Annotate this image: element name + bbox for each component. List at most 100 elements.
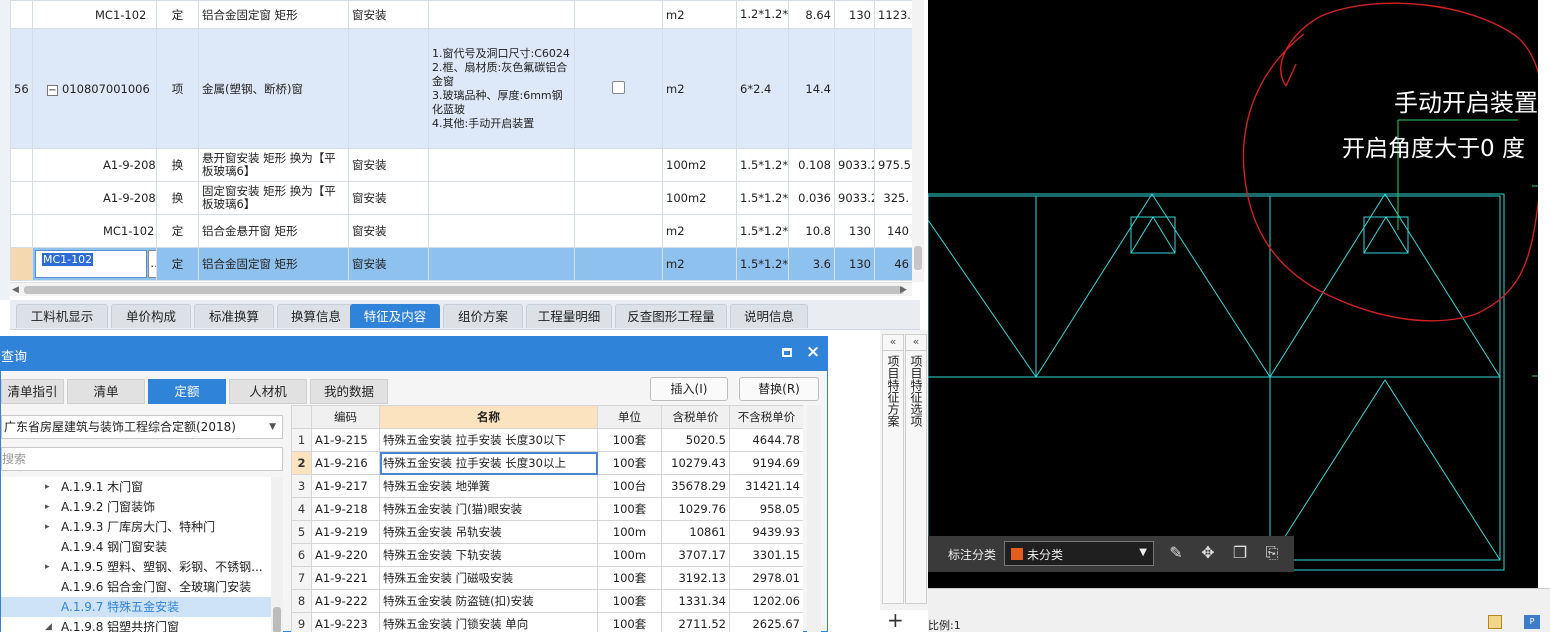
table-row[interactable]: 5 A1-9-219 特殊五金安装 吊轨安装 100m 10861 9439.93 [291,520,803,544]
tab-features[interactable]: 特征及内容 [350,304,440,328]
row-expr[interactable]: 1.2*1.2*6 [736,0,789,29]
bill-horizontal-scrollbar[interactable]: ◀ ▶ [10,282,912,296]
collapse-icon[interactable]: ◢ [45,617,52,632]
layer-icon[interactable] [1488,615,1502,629]
bill-row[interactable]: MC1-102 定 铝合金固定窗 矩形 窗安装 m2 1.2*1.2*6 8.6… [10,0,912,29]
col-notax-price-header[interactable]: 不含税单价 [729,405,803,429]
row-name[interactable]: 铝合金固定窗 矩形 [198,0,349,29]
row-checkbox[interactable] [612,80,625,94]
expand-icon[interactable]: ▸ [45,477,50,497]
bill-row[interactable]: A1-9-208 换 悬开窗安装 矩形 换为【平板玻璃6】 窗安装 100m2 … [10,148,912,182]
row-code[interactable]: MC1-102 [32,0,157,29]
tree-node[interactable]: ▸ A.1.9.1 木门窗 [1,477,271,497]
row-code-editor[interactable]: MC1-102… [32,247,157,281]
row-name[interactable]: 悬开窗安装 矩形 换为【平板玻璃6】 [198,148,349,182]
tab-material[interactable]: 工料机显示 [16,304,108,328]
copy-icon[interactable]: ❐ [1230,543,1250,563]
row-code-cell[interactable]: −010807001006 [32,28,157,149]
tab-reverse-query[interactable]: 反查图形工程量 [615,304,727,328]
tree-node[interactable]: ▸ A.1.9.5 塑料、塑钢、彩钢、不锈钢... [1,557,271,577]
row-feature[interactable]: 1.窗代号及洞口尺寸:C6024 2.框、扇材质:灰色氟碳铝合金窗 3.玻璃品种… [428,28,575,149]
col-code-header[interactable]: 编码 [311,405,380,429]
app-icon[interactable]: P [1524,615,1540,629]
cad-viewport[interactable]: 手动开启装置 开启角度大于0 度 [928,0,1538,588]
move-icon[interactable]: ✥ [1198,543,1218,563]
table-row[interactable]: 1 A1-9-215 特殊五金安装 拉手安装 长度30以下 100套 5020.5 464… [291,428,803,452]
dtab-material[interactable]: 人材机 [229,379,307,404]
bill-row[interactable]: 56 −010807001006 项 金属(塑钢、断桥)窗 1.窗代号及洞口尺寸… [10,28,912,149]
row-feature[interactable] [428,181,575,215]
row-expr[interactable]: 6*2.4 [736,28,789,149]
insert-button[interactable]: 插入(I) [650,377,728,401]
scroll-thumb[interactable] [24,286,904,294]
table-row[interactable]: 9 A1-9-223 特殊五金安装 门锁安装 单向 100套 2711.52 2625.6… [291,612,803,632]
tree-node[interactable]: A.1.9.4 钢门窗安装 [1,537,271,557]
bill-row[interactable]: A1-9-208 换 固定窗安装 矩形 换为【平板玻璃6】 窗安装 100m2 … [10,181,912,215]
tab-standard-conversion[interactable]: 标准换算 [194,304,274,328]
row-feature[interactable] [428,214,575,248]
tree-node[interactable]: A.1.9.6 铝合金门窗、全玻璃门安装 [1,577,271,597]
dtab-bill[interactable]: 清单 [67,379,145,404]
row-expr[interactable]: 1.5*1.2*2 [736,181,789,215]
collapse-icon[interactable]: − [47,84,58,96]
expand-icon[interactable]: ▸ [45,497,50,517]
dtab-quota[interactable]: 定额 [148,379,226,404]
tab-conversion-info[interactable]: 换算信息 [277,304,355,328]
table-row[interactable]: 4 A1-9-218 特殊五金安装 门(猫)眼安装 100套 1029.76 958.05 [291,497,803,521]
edit-icon[interactable]: ✎ [1166,543,1186,563]
row-name[interactable]: 固定窗安装 矩形 换为【平板玻璃6】 [198,181,349,215]
tree-node-selected[interactable]: A.1.9.7 特殊五金安装 [1,597,271,617]
annot-category-select[interactable]: 未分类 ▼ [1004,541,1154,566]
tab-description[interactable]: 说明信息 [730,304,808,328]
row-code[interactable]: A1-9-208 [32,148,157,182]
name-cell-editing[interactable]: 特殊五金安装 拉手安装 长度30以上 [379,451,598,475]
tree-node[interactable]: ▸ A.1.9.3 厂库房大门、特种门 [1,517,271,537]
table-row[interactable]: 7 A1-9-221 特殊五金安装 门磁吸安装 100套 3192.13 2978.01 [291,566,803,590]
expand-left-icon[interactable]: « [906,335,926,351]
row-name[interactable]: 铝合金固定窗 矩形 [198,247,349,281]
add-icon[interactable]: + [887,608,904,632]
dtab-my-data[interactable]: 我的数据 [310,379,388,404]
table-row[interactable]: 8 A1-9-222 特殊五金安装 防盗链(扣)安装 100套 1331.34 1202.… [291,589,803,613]
scroll-thumb[interactable] [914,246,922,270]
close-icon[interactable]: × [806,342,820,362]
code-edit-input[interactable]: MC1-102 [35,250,147,278]
expand-icon[interactable]: ▸ [45,557,50,577]
bill-vertical-scrollbar[interactable] [912,0,924,282]
table-row[interactable]: 6 A1-9-220 特殊五金安装 下轨安装 100m 3707.17 3301.15 [291,543,803,567]
quota-scrollbar[interactable] [807,405,821,632]
col-tax-price-header[interactable]: 含税单价 [661,405,730,429]
row-name[interactable]: 铝合金悬开窗 矩形 [198,214,349,248]
table-row-selected[interactable]: 2 A1-9-216 特殊五金安装 拉手安装 长度30以上 100套 10279.43 9… [291,451,803,475]
row-code[interactable]: MC1-102 [32,214,157,248]
row-code[interactable]: A1-9-208 [32,181,157,215]
scroll-thumb[interactable] [273,607,281,632]
expand-left-icon[interactable]: « [883,335,903,351]
code-browse-button[interactable]: … [148,250,156,278]
row-expr[interactable]: 1.5*1.2*2 [736,247,789,281]
scroll-left-icon[interactable]: ◀ [12,283,19,297]
col-name-header[interactable]: 名称 [379,405,598,429]
tab-unit-price[interactable]: 单价构成 [111,304,191,328]
tree-node[interactable]: ▸ A.1.9.2 门窗装饰 [1,497,271,517]
expand-icon[interactable]: ▸ [45,517,50,537]
row-expr[interactable]: 1.5*1.2*6 [736,214,789,248]
bill-row[interactable]: MC1-102 定 铝合金悬开窗 矩形 窗安装 m2 1.5*1.2*6 10.… [10,214,912,248]
tab-quantity-detail[interactable]: 工程量明细 [526,304,612,328]
panel-feature-options[interactable]: « 项目特征选项 [905,334,927,604]
row-name[interactable]: 金属(塑钢、断桥)窗 [198,28,349,149]
panel-feature-scheme[interactable]: « 项目特征方案 [882,334,904,604]
scroll-right-icon[interactable]: ▶ [900,283,907,297]
library-select[interactable]: 广东省房屋建筑与装饰工程综合定额(2018) ▼ [1,415,283,439]
row-expr[interactable]: 1.5*1.2*6 [736,148,789,182]
dialog-titlebar[interactable]: 查询 × [1,337,827,371]
search-input[interactable]: 搜索 [1,447,283,471]
row-feature[interactable] [428,247,575,281]
maximize-icon[interactable] [782,348,792,357]
tab-pricing-plan[interactable]: 组价方案 [443,304,523,328]
bill-row-selected[interactable]: MC1-102… 定 铝合金固定窗 矩形 窗安装 m2 1.5*1.2*2 3.… [10,247,912,281]
table-row[interactable]: 3 A1-9-217 特殊五金安装 地弹簧 100台 35678.29 31421.14 [291,474,803,498]
tree-scrollbar[interactable] [271,477,283,632]
row-feature[interactable] [428,148,575,182]
tree-node[interactable]: ◢ A.1.9.8 铝塑共挤门窗 [1,617,271,632]
